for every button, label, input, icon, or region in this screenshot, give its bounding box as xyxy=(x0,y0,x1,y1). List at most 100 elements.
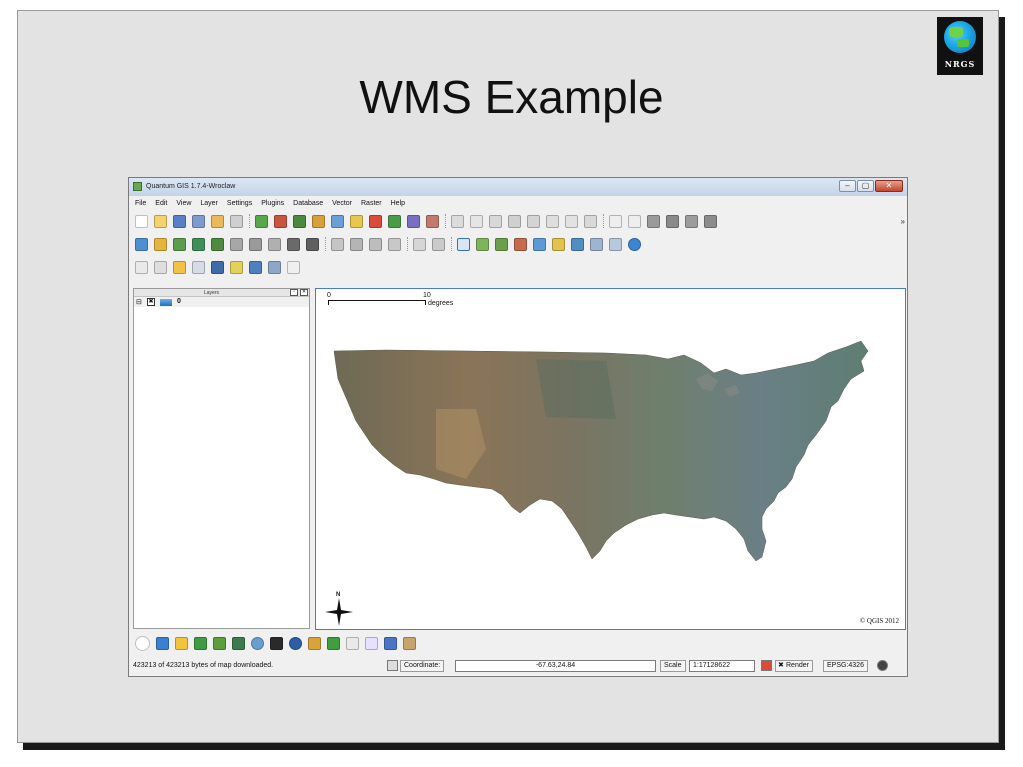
add-ring-icon[interactable] xyxy=(666,214,679,228)
annotation-icon[interactable] xyxy=(268,237,281,251)
scale-bar-plugin-icon[interactable] xyxy=(346,636,359,650)
interpolation-icon[interactable] xyxy=(232,636,245,650)
scale-field[interactable]: 1:17128622 xyxy=(689,660,755,672)
menu-help[interactable]: Help xyxy=(391,198,405,210)
zoom-next-icon[interactable] xyxy=(590,237,603,251)
label-icon[interactable] xyxy=(413,237,426,251)
render-checkbox[interactable]: ✖ Render xyxy=(775,660,813,672)
map-tips-icon[interactable] xyxy=(628,237,641,251)
heatmap-icon[interactable] xyxy=(270,636,283,650)
map-canvas[interactable]: 0 10 degrees N © QGIS 2012 xyxy=(315,288,906,630)
save-edits-icon[interactable] xyxy=(470,214,483,228)
add-part-icon[interactable] xyxy=(685,214,698,228)
sql-anywhere-icon[interactable] xyxy=(365,636,378,650)
expand-collapse-icon[interactable]: ⊟ xyxy=(136,298,142,306)
show-bookmarks-icon[interactable] xyxy=(268,260,281,274)
projection-button[interactable]: EPSG:4326 xyxy=(823,660,868,672)
north-arrow-plugin-icon[interactable] xyxy=(289,636,302,650)
road-graph-icon[interactable] xyxy=(308,636,321,650)
layer-style-icon[interactable] xyxy=(173,237,186,251)
move-feature-icon[interactable] xyxy=(489,214,502,228)
layer-order-icon[interactable] xyxy=(306,237,319,251)
delete-selected-icon[interactable] xyxy=(527,214,540,228)
hide-layers-icon[interactable] xyxy=(211,237,224,251)
offset-curve-icon[interactable] xyxy=(388,237,401,251)
text-annotation-icon[interactable] xyxy=(230,260,243,274)
identify-icon[interactable] xyxy=(135,260,148,274)
messages-icon[interactable] xyxy=(877,660,888,671)
gps-tools-icon[interactable] xyxy=(194,636,207,650)
georeferencer-icon[interactable] xyxy=(156,636,169,650)
coordinate-field[interactable]: -67.63,24.84 xyxy=(455,660,656,672)
add-spatialite-icon[interactable] xyxy=(312,214,325,228)
new-shapefile-icon[interactable] xyxy=(388,214,401,228)
show-layers-icon[interactable] xyxy=(192,237,205,251)
rotate-point-icon[interactable] xyxy=(369,237,382,251)
zoom-selection-icon[interactable] xyxy=(533,237,546,251)
cut-icon[interactable] xyxy=(546,214,559,228)
close-button[interactable]: ✕ xyxy=(875,180,903,192)
add-postgis-icon[interactable] xyxy=(293,214,306,228)
add-layer-icon[interactable] xyxy=(135,237,148,251)
zoom-out-icon[interactable] xyxy=(495,237,508,251)
print-composer-icon[interactable] xyxy=(211,214,224,228)
menu-database[interactable]: Database xyxy=(293,198,323,210)
close-panel-button[interactable]: ✕ xyxy=(300,289,308,296)
add-wms-icon[interactable] xyxy=(331,214,344,228)
save-project-icon[interactable] xyxy=(173,214,186,228)
menu-view[interactable]: View xyxy=(176,198,191,210)
attribute-table-icon[interactable] xyxy=(192,260,205,274)
add-raster-icon[interactable] xyxy=(274,214,287,228)
toolbar-more-icon[interactable]: » xyxy=(901,217,905,226)
layer-properties-icon[interactable] xyxy=(230,237,243,251)
title-bar[interactable]: Quantum GIS 1.7.4-Wroclaw – ▢ ✕ xyxy=(129,178,907,196)
menu-settings[interactable]: Settings xyxy=(227,198,252,210)
menu-vector[interactable]: Vector xyxy=(332,198,352,210)
delimited-text-icon[interactable] xyxy=(213,636,226,650)
node-tool-icon[interactable] xyxy=(508,214,521,228)
undo-icon[interactable] xyxy=(609,214,622,228)
save-as-icon[interactable] xyxy=(192,214,205,228)
zoom-in-icon[interactable] xyxy=(476,237,489,251)
select-icon[interactable] xyxy=(154,260,167,274)
refresh-icon[interactable] xyxy=(609,237,622,251)
stop-render-icon[interactable] xyxy=(761,660,772,671)
minimize-button[interactable]: – xyxy=(839,180,856,192)
zoom-layer-icon[interactable] xyxy=(552,237,565,251)
merge-features-icon[interactable] xyxy=(350,237,363,251)
deselect-icon[interactable] xyxy=(173,260,186,274)
topology-checker-icon[interactable] xyxy=(384,636,397,650)
print-icon[interactable] xyxy=(230,214,243,228)
new-project-icon[interactable] xyxy=(135,214,148,228)
toggle-editing-icon[interactable] xyxy=(451,214,464,228)
overview-icon[interactable] xyxy=(287,237,300,251)
pin-labels-icon[interactable] xyxy=(432,237,445,251)
open-project-icon[interactable] xyxy=(154,214,167,228)
oracle-georaster-icon[interactable] xyxy=(251,636,264,650)
add-wfs-icon[interactable] xyxy=(350,214,363,228)
pan-map-icon[interactable] xyxy=(457,237,470,251)
layer-visibility-checkbox[interactable]: ✖ xyxy=(147,298,155,306)
add-group-icon[interactable] xyxy=(154,237,167,251)
zoom-full-icon[interactable] xyxy=(514,237,527,251)
zonal-statistics-icon[interactable] xyxy=(403,636,416,650)
split-features-icon[interactable] xyxy=(331,237,344,251)
add-vector-icon[interactable] xyxy=(255,214,268,228)
menu-layer[interactable]: Layer xyxy=(200,198,218,210)
measure-icon[interactable] xyxy=(249,237,262,251)
remove-layer-icon[interactable] xyxy=(369,214,382,228)
menu-raster[interactable]: Raster xyxy=(361,198,382,210)
menu-edit[interactable]: Edit xyxy=(155,198,167,210)
menu-file[interactable]: File xyxy=(135,198,146,210)
add-mssql-icon[interactable] xyxy=(426,214,439,228)
toggle-extents-icon[interactable] xyxy=(387,660,398,671)
paste-icon[interactable] xyxy=(584,214,597,228)
menu-plugins[interactable]: Plugins xyxy=(261,198,284,210)
delete-ring-icon[interactable] xyxy=(704,214,717,228)
maximize-button[interactable]: ▢ xyxy=(857,180,874,192)
float-panel-button[interactable]: ▫ xyxy=(290,289,298,296)
add-oracle-icon[interactable] xyxy=(407,214,420,228)
copy-icon[interactable] xyxy=(565,214,578,228)
copyright-label-icon[interactable] xyxy=(135,635,150,651)
form-annotation-icon[interactable] xyxy=(249,260,262,274)
